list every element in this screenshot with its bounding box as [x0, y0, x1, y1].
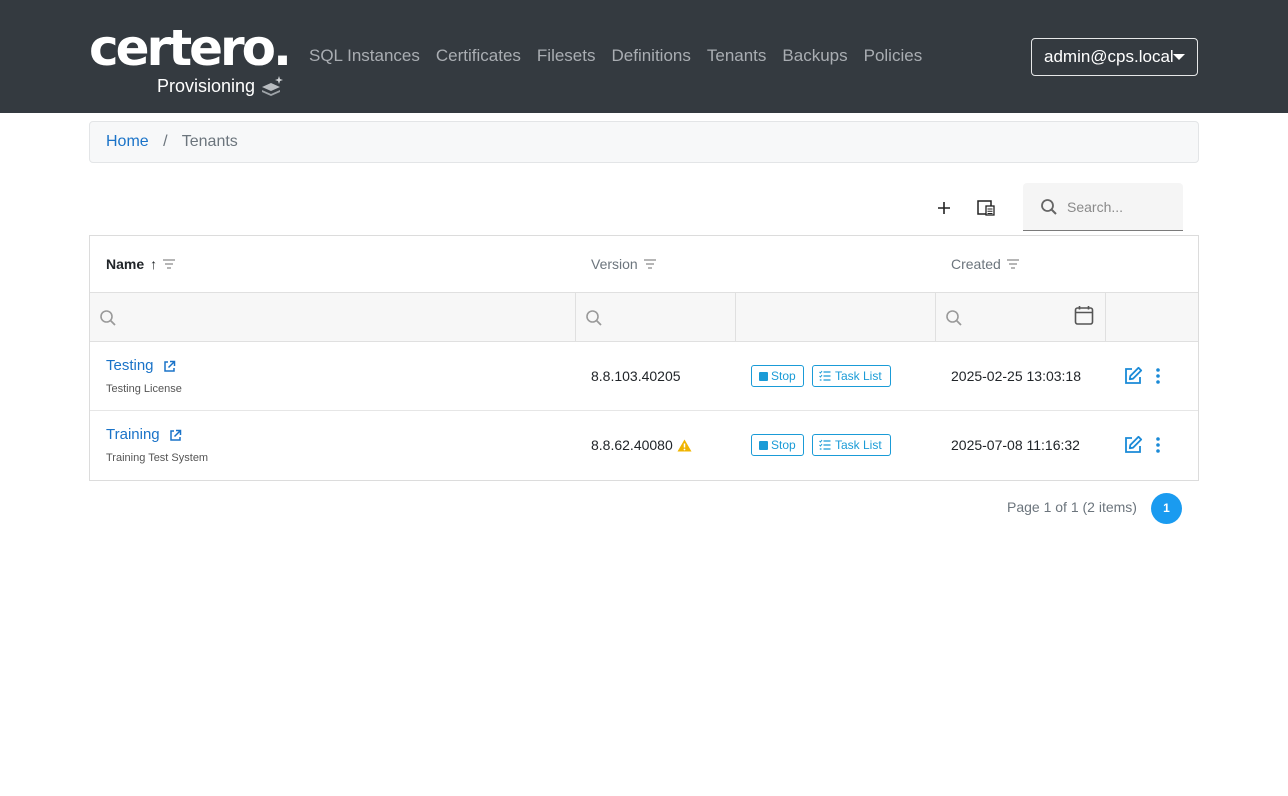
- external-link-icon[interactable]: [163, 360, 176, 373]
- stop-button[interactable]: Stop: [751, 434, 804, 456]
- filter-icon[interactable]: [163, 259, 176, 269]
- filter-icon[interactable]: [643, 259, 656, 269]
- brand-subtitle: Provisioning: [157, 76, 256, 96]
- task-list-button[interactable]: Task List: [812, 365, 891, 387]
- task-list-button-label: Task List: [835, 438, 882, 452]
- nav-item-filesets[interactable]: Filesets: [537, 46, 596, 66]
- pager-page-button[interactable]: 1: [1151, 493, 1182, 524]
- grid-header-row: Name ↑ Version Created: [90, 236, 1198, 293]
- column-header-version[interactable]: Version: [591, 256, 656, 272]
- sort-arrow-icon: ↑: [150, 256, 158, 272]
- task-list-button[interactable]: Task List: [812, 434, 891, 456]
- nav-item-sql-instances[interactable]: SQL Instances: [309, 46, 420, 66]
- more-options-icon[interactable]: [1154, 366, 1162, 386]
- filter-cell-created[interactable]: [936, 293, 1106, 341]
- filter-input-name[interactable]: [120, 305, 560, 329]
- nav-item-tenants[interactable]: Tenants: [707, 46, 767, 66]
- table-row: Training Training Test System 8.8.62.400…: [90, 411, 1198, 480]
- tenant-name: Training: [106, 426, 160, 443]
- nav-item-certificates[interactable]: Certificates: [436, 46, 521, 66]
- tenant-version-value: 8.8.103.40205: [591, 368, 681, 384]
- warning-icon: [677, 439, 692, 452]
- filter-cell-actions: [736, 293, 936, 341]
- user-menu-button[interactable]: admin@cps.local: [1031, 38, 1198, 76]
- tenant-description: Training Test System: [106, 452, 209, 464]
- stop-icon: [759, 441, 768, 450]
- tenant-name: Testing: [106, 357, 154, 374]
- edit-icon[interactable]: [1123, 435, 1143, 455]
- external-link-icon[interactable]: [169, 429, 182, 442]
- stop-icon: [759, 372, 768, 381]
- tenant-description: Testing License: [106, 383, 182, 395]
- tenant-name-link[interactable]: Testing: [106, 357, 176, 375]
- column-chooser-icon[interactable]: [972, 194, 1000, 222]
- tenants-grid: Name ↑ Version Created Testing Testing L…: [89, 235, 1199, 481]
- filter-cell-version[interactable]: [576, 293, 736, 341]
- edit-icon[interactable]: [1123, 366, 1143, 386]
- column-header-created-label: Created: [951, 256, 1001, 272]
- main-nav: SQL Instances Certificates Filesets Defi…: [309, 46, 938, 66]
- column-header-created[interactable]: Created: [951, 256, 1019, 272]
- search-icon: [1041, 199, 1057, 215]
- search-field[interactable]: [1023, 183, 1183, 231]
- checklist-icon: [819, 439, 831, 450]
- search-icon: [946, 310, 962, 326]
- search-input[interactable]: [1067, 195, 1175, 219]
- table-row: Testing Testing License 8.8.103.40205 St…: [90, 342, 1198, 411]
- task-list-button-label: Task List: [835, 369, 882, 383]
- grid-filter-row: [90, 293, 1198, 342]
- tenant-created: 2025-02-25 13:03:18: [951, 368, 1081, 384]
- stop-button-label: Stop: [771, 438, 796, 452]
- filter-icon[interactable]: [1006, 259, 1019, 269]
- stop-button[interactable]: Stop: [751, 365, 804, 387]
- pager-info: Page 1 of 1 (2 items): [1007, 499, 1137, 515]
- column-header-version-label: Version: [591, 256, 638, 272]
- column-header-name-label: Name: [106, 256, 145, 272]
- nav-item-policies[interactable]: Policies: [864, 46, 923, 66]
- filter-cell-row-actions: [1106, 293, 1198, 341]
- calendar-icon[interactable]: [1074, 305, 1094, 326]
- more-options-icon[interactable]: [1154, 435, 1162, 455]
- filter-input-version[interactable]: [606, 305, 726, 329]
- tenant-version: 8.8.62.40080: [591, 437, 692, 454]
- stop-button-label: Stop: [771, 369, 796, 383]
- breadcrumb-home[interactable]: Home: [106, 133, 149, 150]
- add-icon[interactable]: [930, 194, 958, 222]
- breadcrumb: Home / Tenants: [89, 121, 1199, 163]
- nav-item-backups[interactable]: Backups: [782, 46, 847, 66]
- tenant-name-link[interactable]: Training: [106, 426, 182, 444]
- breadcrumb-separator: /: [163, 133, 168, 150]
- tenant-version-value: 8.8.62.40080: [591, 437, 673, 453]
- breadcrumb-current: Tenants: [181, 133, 238, 150]
- top-navbar: certero. Provisioning SQL Instances Cert…: [0, 0, 1288, 113]
- search-icon: [586, 310, 602, 326]
- search-icon: [100, 310, 116, 326]
- checklist-icon: [819, 370, 831, 381]
- filter-cell-name[interactable]: [90, 293, 576, 341]
- tenant-created: 2025-07-08 11:16:32: [951, 437, 1080, 453]
- column-header-name[interactable]: Name ↑: [106, 256, 176, 272]
- tenant-version: 8.8.103.40205: [591, 368, 681, 385]
- brand[interactable]: certero. Provisioning: [89, 20, 292, 98]
- brand-logo: certero.: [89, 19, 292, 77]
- layers-icon: [262, 76, 283, 96]
- nav-item-definitions[interactable]: Definitions: [611, 46, 690, 66]
- user-name: admin@cps.local: [1044, 47, 1174, 66]
- caret-down-icon: [1173, 54, 1185, 60]
